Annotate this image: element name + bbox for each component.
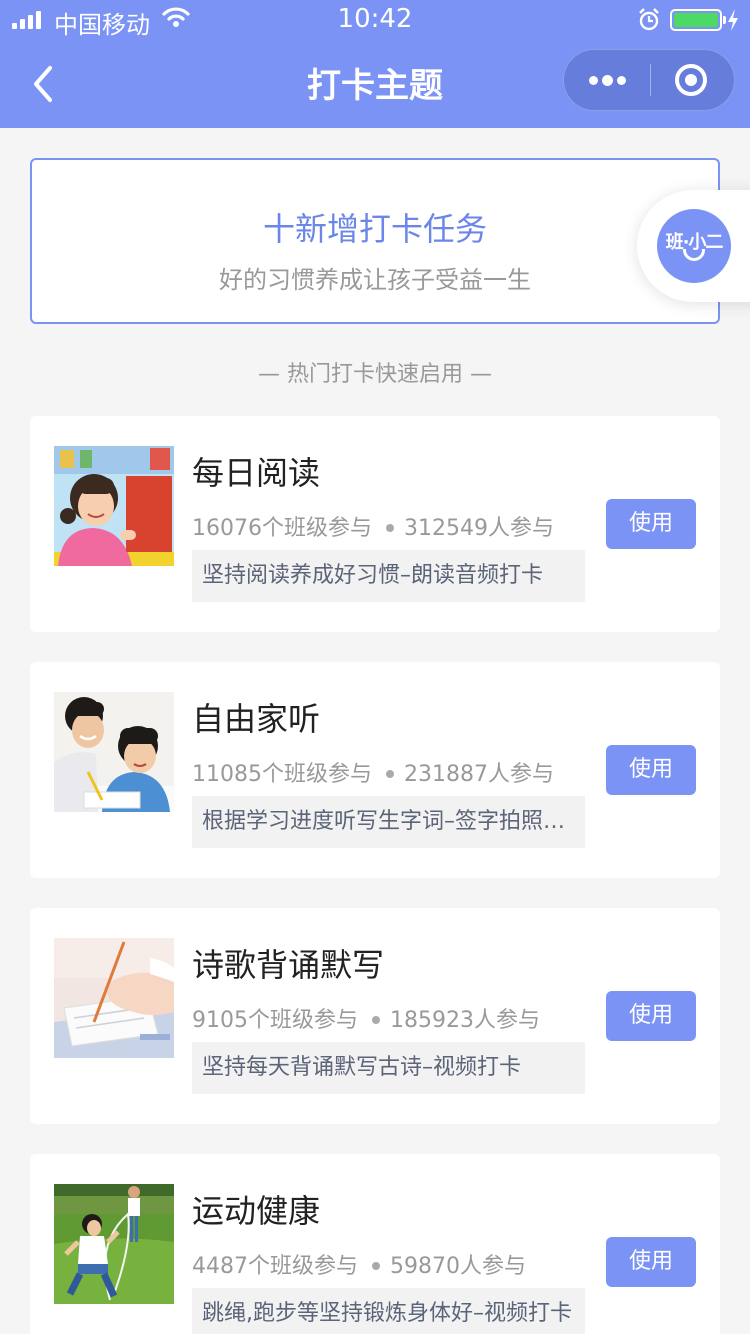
class-count: 16076个班级参与 <box>192 516 372 541</box>
assistant-avatar-icon: 班·小二 <box>657 209 731 283</box>
people-count: 231887人参与 <box>404 762 554 787</box>
sports-thumbnail-image <box>54 1184 174 1304</box>
class-count: 11085个班级参与 <box>192 762 372 787</box>
section-title: — 热门打卡快速启用 — <box>258 362 492 387</box>
use-button[interactable]: 使用 <box>606 991 696 1041</box>
theme-card-dictation[interactable]: 自由家听 11085个班级参与 231887人参与 根据学习进度听写生字词–签字拍… <box>30 662 720 878</box>
charging-icon <box>728 9 738 31</box>
theme-name: 每日阅读 <box>192 454 321 492</box>
alarm-icon <box>639 8 659 31</box>
use-button[interactable]: 使用 <box>606 499 696 549</box>
battery-icon <box>670 9 726 31</box>
theme-name: 诗歌背诵默写 <box>192 946 385 984</box>
header: 中国移动 10:42 打卡主题 <box>0 0 750 128</box>
status-bar: 中国移动 10:42 <box>0 0 750 40</box>
class-count: 4487个班级参与 <box>192 1254 358 1279</box>
poetry-thumbnail-image <box>54 938 174 1058</box>
add-task-subtitle: 好的习惯养成让孩子受益一生 <box>219 266 531 294</box>
dictation-thumbnail-image <box>54 692 174 812</box>
people-count: 185923人参与 <box>390 1008 540 1033</box>
theme-name: 自由家听 <box>192 700 321 738</box>
theme-description: 坚持阅读养成好习惯–朗读音频打卡 <box>192 550 585 602</box>
close-mini-program-icon[interactable] <box>651 50 736 110</box>
theme-card-poetry[interactable]: 诗歌背诵默写 9105个班级参与 185923人参与 坚持每天背诵默写古诗–视频打… <box>30 908 720 1124</box>
theme-stats: 4487个班级参与 59870人参与 <box>192 1248 526 1280</box>
use-button[interactable]: 使用 <box>606 1237 696 1287</box>
add-task-card[interactable]: 十新增打卡任务 好的习惯养成让孩子受益一生 <box>30 158 720 324</box>
more-icon[interactable] <box>564 50 650 110</box>
theme-description: 跳绳,跑步等坚持锻炼身体好–视频打卡 <box>192 1288 585 1334</box>
theme-card-reading[interactable]: 每日阅读 16076个班级参与 312549人参与 坚持阅读养成好习惯–朗读音频打… <box>30 416 720 632</box>
theme-description: 坚持每天背诵默写古诗–视频打卡 <box>192 1042 585 1094</box>
floating-assistant-button[interactable]: 班·小二 <box>637 190 750 302</box>
theme-name: 运动健康 <box>192 1192 321 1230</box>
mini-program-capsule <box>563 49 735 111</box>
theme-stats: 9105个班级参与 185923人参与 <box>192 1002 540 1034</box>
theme-description: 根据学习进度听写生字词–签字拍照打卡 <box>192 796 585 848</box>
theme-stats: 16076个班级参与 312549人参与 <box>192 510 554 542</box>
theme-card-sports[interactable]: 运动健康 4487个班级参与 59870人参与 跳绳,跑步等坚持锻炼身体好–视频打… <box>30 1154 720 1334</box>
reading-thumbnail-image <box>54 446 174 566</box>
use-button[interactable]: 使用 <box>606 745 696 795</box>
add-task-title: 十新增打卡任务 <box>262 210 487 248</box>
people-count: 59870人参与 <box>390 1254 526 1279</box>
people-count: 312549人参与 <box>404 516 554 541</box>
theme-stats: 11085个班级参与 231887人参与 <box>192 756 554 788</box>
class-count: 9105个班级参与 <box>192 1008 358 1033</box>
back-icon[interactable] <box>28 62 58 106</box>
